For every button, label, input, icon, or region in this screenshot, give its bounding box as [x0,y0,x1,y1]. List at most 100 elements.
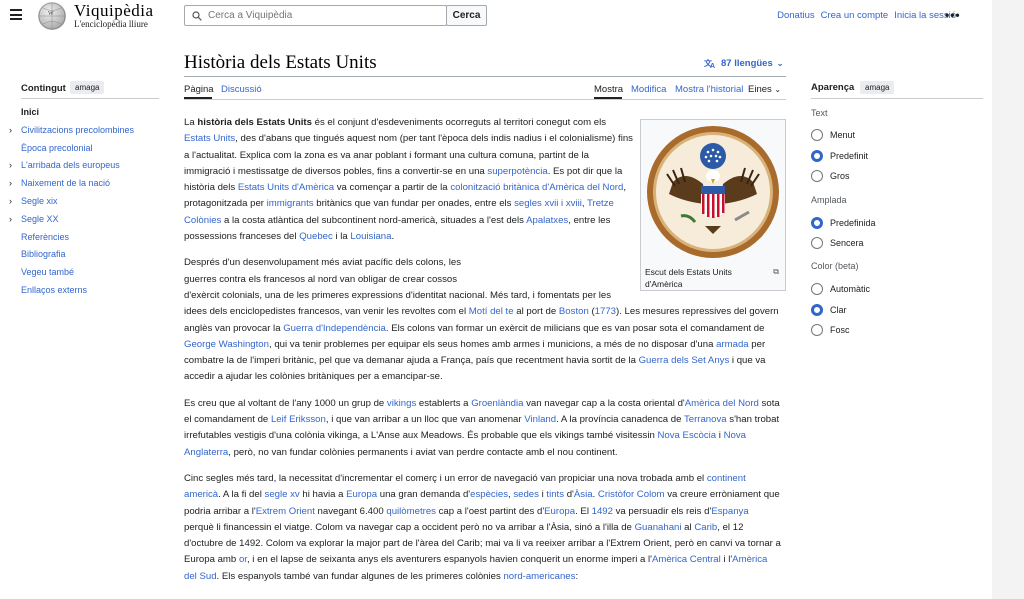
toc-item[interactable]: Referències [9,231,159,249]
wiki-link[interactable]: Groenlàndia [471,398,523,409]
toc-item[interactable]: Inici [9,106,159,124]
more-options-icon[interactable]: ••• [945,8,961,22]
donate-link[interactable]: Donatius [777,10,815,21]
wiki-link[interactable]: George Washington [184,339,269,350]
toc-item[interactable]: › Naixement de la nació [9,177,159,195]
wiki-link[interactable]: 1492 [592,506,613,517]
search-button[interactable]: Cerca [446,5,487,26]
wiki-link[interactable]: Louisiana [350,231,391,242]
scrollbar-track[interactable] [992,0,1024,599]
tab-article[interactable]: Pàgina [184,84,214,95]
wiki-link[interactable]: Amèrica del Nord [685,398,759,409]
radio-button[interactable] [811,217,823,229]
radio-button[interactable] [811,304,823,316]
wiki-link[interactable]: Europa [346,489,377,500]
chevron-right-icon[interactable]: › [9,177,12,189]
wiki-link[interactable]: Estats Units [184,133,235,144]
wiki-link[interactable]: Espanya [711,506,748,517]
wiki-link[interactable]: Amèrica Central [652,554,721,565]
wiki-link[interactable]: segle xv [265,489,300,500]
toc-item[interactable]: Bibliografia [9,248,159,266]
wiki-link[interactable]: Quebec [299,231,333,242]
chevron-right-icon[interactable]: › [9,124,12,136]
radio-color-auto[interactable]: Automàtic [811,283,870,295]
toc-item-label[interactable]: Vegeu també [21,267,74,277]
toc-item[interactable]: › Civilitzacions precolombines [9,124,159,142]
radio-color-light[interactable]: Clar [811,304,847,316]
tab-tools[interactable]: Eines ⌄ [748,84,781,95]
wiki-link[interactable]: nord-americanes [503,571,575,582]
wiki-link[interactable]: Apalatxes [526,215,568,226]
wiki-link[interactable]: segles xvii i xviii [514,198,582,209]
wiki-link[interactable]: Guerra d'Independència [283,323,386,334]
toc-item-label[interactable]: L'arribada dels europeus [21,160,120,170]
toc-item-label[interactable]: Enllaços externs [21,285,87,295]
site-wordmark[interactable]: Viquipèdia [74,1,154,21]
radio-width-standard[interactable]: Predefinida [811,217,876,229]
radio-button[interactable] [811,129,823,141]
wiki-link[interactable]: Leif Eriksson [271,414,326,425]
wiki-link[interactable]: colonització britànica d'Amèrica del Nor… [450,182,623,193]
wiki-link[interactable]: espècies [470,489,508,500]
wiki-link[interactable]: quilòmetres [386,506,436,517]
wiki-link[interactable]: Terranova [684,414,727,425]
toc-item[interactable]: Època precolonial [9,142,159,160]
wiki-link[interactable]: sedes [513,489,539,500]
radio-text-small[interactable]: Menut [811,129,855,141]
radio-width-wide[interactable]: Sencera [811,237,864,249]
toc-hide-button[interactable]: amaga [70,81,105,94]
chevron-right-icon[interactable]: › [9,159,12,171]
radio-text-standard[interactable]: Predefinit [811,150,868,162]
toc-item-label[interactable]: Referències [21,232,69,242]
wiki-link[interactable]: 1773 [595,306,616,317]
radio-color-dark[interactable]: Fosc [811,324,850,336]
toc-item-label[interactable]: Inici [21,107,39,117]
toc-item-label[interactable]: Segle xix [21,196,58,206]
tab-history[interactable]: Mostra l'historial [675,84,743,95]
toc-item-label[interactable]: Segle XX [21,214,59,224]
radio-button[interactable] [811,170,823,182]
wiki-link[interactable]: Extrem Orient [256,506,315,517]
toc-item-label[interactable]: Època precolonial [21,143,93,153]
toc-item[interactable]: Vegeu també [9,266,159,284]
expand-image-icon[interactable]: ⧉ [773,267,779,277]
wiki-link[interactable]: Carib [694,522,717,533]
toc-item[interactable]: › Segle XX [9,213,159,231]
us-great-seal-image[interactable] [645,124,781,260]
wikipedia-globe-logo[interactable]: W [38,2,66,30]
wiki-link[interactable]: armada [716,339,749,350]
wiki-link[interactable]: superpotència [487,166,547,177]
radio-button[interactable] [811,150,823,162]
wiki-link[interactable]: Europa [544,506,575,517]
create-account-link[interactable]: Crea un compte [821,10,889,21]
wiki-link[interactable]: Guerra dels Set Anys [639,355,730,366]
toc-item[interactable]: › Segle xix [9,195,159,213]
language-button[interactable]: 文A 87 llengües ⌄ [704,58,783,69]
wiki-link[interactable]: tints [546,489,564,500]
toc-item-label[interactable]: Naixement de la nació [21,178,110,188]
tab-read[interactable]: Mostra [594,84,623,95]
wiki-link[interactable]: immigrants [267,198,314,209]
chevron-right-icon[interactable]: › [9,213,12,225]
toc-item-label[interactable]: Civilitzacions precolombines [21,125,134,135]
tab-talk[interactable]: Discussió [221,84,262,95]
wiki-link[interactable]: Cristòfor Colom [598,489,665,500]
main-menu-button[interactable] [10,9,22,20]
wiki-link[interactable]: Estats Units d'Amèrica [238,182,334,193]
wiki-link[interactable]: Vinland [524,414,556,425]
radio-button[interactable] [811,283,823,295]
wiki-link[interactable]: Boston [559,306,589,317]
toc-item[interactable]: › L'arribada dels europeus [9,159,159,177]
appearance-hide-button[interactable]: amaga [860,81,895,94]
wiki-link[interactable]: Motí del te [469,306,514,317]
tab-edit[interactable]: Modifica [631,84,666,95]
wiki-link[interactable]: vikings [387,398,416,409]
radio-text-large[interactable]: Gros [811,170,850,182]
toc-item-label[interactable]: Bibliografia [21,249,66,259]
wiki-link[interactable]: or [239,554,247,565]
chevron-right-icon[interactable]: › [9,195,12,207]
toc-item[interactable]: Enllaços externs [9,284,159,302]
wiki-link[interactable]: Guanahani [635,522,682,533]
wiki-link[interactable]: Àsia [574,489,593,500]
search-input[interactable] [208,10,438,21]
